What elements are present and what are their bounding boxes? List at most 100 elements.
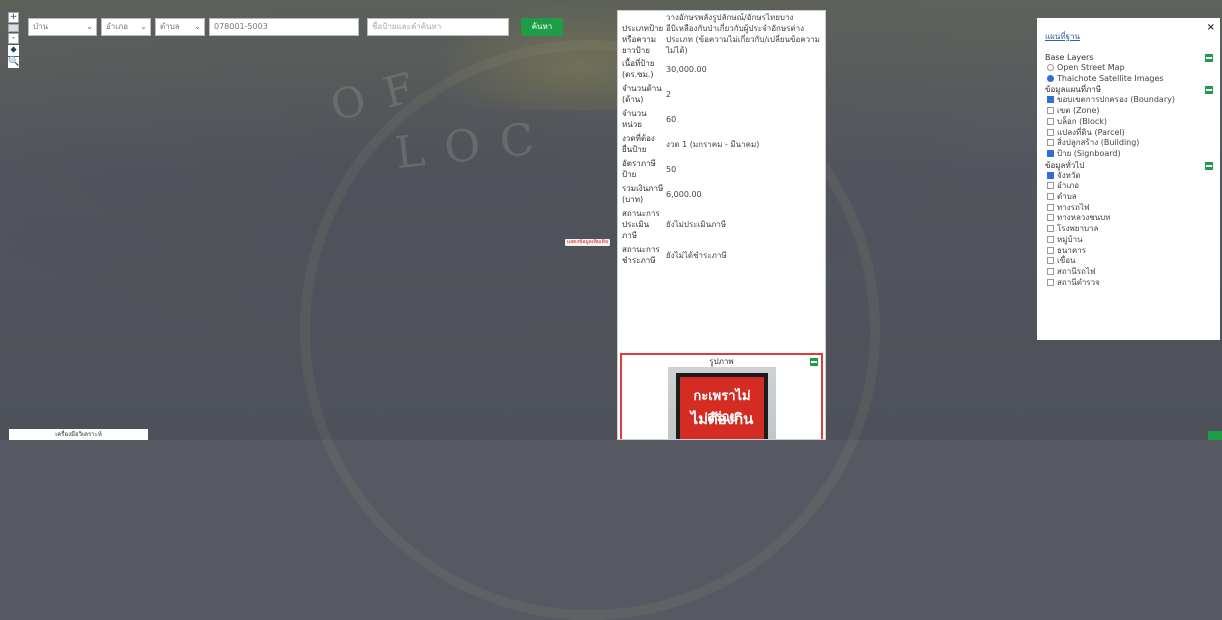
subdistrict-select-value: ตำบล	[160, 22, 180, 31]
info-label-type: ประเภทป้ายหรือความยาวป้าย	[622, 24, 664, 55]
layer-option[interactable]: อำเภอ	[1045, 181, 1212, 192]
zoom-slider[interactable]	[8, 24, 19, 32]
analysis-tools-tab[interactable]: เครื่องมือวิเคราะห์	[9, 429, 148, 440]
locate-icon[interactable]: ⬥	[8, 45, 19, 56]
layer-option[interactable]: เขื่อน	[1045, 256, 1212, 267]
intro-line: ประเภท (ข้อความไม่เกี่ยวกับ/เปลี่ยนข้อคว…	[666, 35, 820, 44]
info-row: จำนวน หน่วย 60	[618, 108, 825, 130]
collapse-icon[interactable]	[810, 358, 818, 366]
layer-option[interactable]: ขอบเขตการปกครอง (Boundary)	[1045, 95, 1212, 106]
layer-option[interactable]: ทางรถไฟ	[1045, 203, 1212, 214]
checkbox[interactable]	[1047, 235, 1054, 243]
option-label: ทางรถไฟ	[1057, 202, 1090, 212]
sign-name-input[interactable]: ชื่อป้ายและคำค้นหา	[367, 18, 509, 36]
layer-option[interactable]: หมู่บ้าน	[1045, 235, 1212, 246]
layer-option[interactable]: ทางหลวงชนบท	[1045, 213, 1212, 224]
general-data-title: ข้อมูลทั่วไป	[1045, 160, 1085, 170]
checkbox[interactable]	[1047, 171, 1054, 179]
option-label: ป้าย (Signboard)	[1057, 148, 1121, 158]
layer-option[interactable]: สถานีรถไฟ	[1045, 267, 1212, 278]
checkbox[interactable]	[1047, 182, 1054, 190]
base-layer-option[interactable]: Open Street Map	[1045, 63, 1212, 74]
layer-option[interactable]: ตำบล	[1045, 192, 1212, 203]
info-label: เนื้อที่ป้าย (ตร.ซม.)	[622, 59, 655, 79]
checkbox[interactable]	[1047, 139, 1054, 147]
checkbox[interactable]	[1047, 128, 1054, 136]
layer-option[interactable]: ธนาคาร	[1045, 246, 1212, 257]
option-label: สถานีรถไฟ	[1057, 266, 1096, 276]
layer-option[interactable]: จังหวัด	[1045, 171, 1212, 182]
search-icon[interactable]: 🔍	[8, 57, 19, 68]
province-select[interactable]: ป่าน ⌄	[28, 18, 97, 36]
radio-button[interactable]	[1047, 64, 1054, 71]
signboard-photo[interactable]: กะเพราไม่อร่อย ไม่ต้องกิน	[668, 367, 776, 439]
subdistrict-select[interactable]: ตำบล ⌄	[155, 18, 205, 36]
info-row: เนื้อที่ป้าย (ตร.ซม.) 30,000.00	[618, 58, 825, 80]
layer-option[interactable]: แปลงที่ดิน (Parcel)	[1045, 128, 1212, 139]
zoom-out-button[interactable]: -	[8, 33, 19, 44]
option-label: จังหวัด	[1057, 170, 1081, 180]
chevron-down-icon: ⌄	[86, 22, 93, 31]
collapse-icon[interactable]	[1205, 86, 1213, 95]
info-row: รวมเงินภาษี (บาท) 6,000.00	[618, 183, 825, 205]
checkbox[interactable]	[1047, 149, 1054, 157]
info-row: จำนวนด้าน (ด้าน) 2	[618, 83, 825, 105]
corner-toggle-button[interactable]	[1208, 431, 1222, 440]
layer-option[interactable]: บล็อก (Block)	[1045, 117, 1212, 128]
info-value: 30,000.00	[666, 64, 707, 74]
intro-line: อีบิเหลืองกับป่าเกี่ยวกับผู้ประจำอักษรต่…	[666, 24, 805, 33]
checkbox[interactable]	[1047, 214, 1054, 222]
radio-button[interactable]	[1047, 74, 1054, 82]
layer-option[interactable]: โรงพยาบาล	[1045, 224, 1212, 235]
option-label: โรงพยาบาล	[1057, 224, 1099, 234]
checkbox[interactable]	[1047, 225, 1054, 233]
layers-title[interactable]: แผนที่ฐาน	[1045, 30, 1212, 43]
info-label: สถานะการชำระภาษี	[622, 245, 660, 265]
info-value: 50	[666, 164, 677, 174]
sign-info-panel: ประเภทป้ายหรือความยาวป้าย วางอักษรพลังรู…	[617, 10, 826, 440]
collapse-icon[interactable]	[1205, 161, 1213, 170]
info-label: จำนวนด้าน (ด้าน)	[622, 84, 662, 104]
province-select-value: ป่าน	[33, 22, 49, 31]
option-label: บล็อก (Block)	[1057, 116, 1108, 126]
checkbox[interactable]	[1047, 117, 1054, 125]
base-layers-heading: Base Layers	[1045, 53, 1213, 63]
signboard-frame: กะเพราไม่อร่อย ไม่ต้องกิน	[676, 373, 768, 439]
option-label: ขอบเขตการปกครอง (Boundary)	[1057, 95, 1175, 105]
layer-option[interactable]: ป้าย (Signboard)	[1045, 149, 1212, 160]
info-value: 2	[666, 89, 672, 99]
checkbox[interactable]	[1047, 267, 1054, 275]
search-bar: ป่าน ⌄ อำเภอ ⌄ ตำบล ⌄ 078001-5003 ชื่อป้…	[28, 18, 563, 36]
checkbox[interactable]	[1047, 257, 1054, 265]
option-label: ทางหลวงชนบท	[1057, 213, 1111, 223]
tax-map-title: ข้อมูลแผนที่ภาษี	[1045, 85, 1102, 95]
general-data-heading: ข้อมูลทั่วไป	[1045, 160, 1213, 171]
layers-panel: × แผนที่ฐาน Base Layers Open Street Map …	[1037, 18, 1220, 340]
close-icon[interactable]: ×	[1207, 22, 1215, 33]
info-row: อัตราภาษีป้าย 50	[618, 158, 825, 180]
base-layers-title: Base Layers	[1045, 53, 1094, 62]
sign-code-input[interactable]: 078001-5003	[209, 18, 359, 36]
search-button[interactable]: ค้นหา	[521, 18, 563, 36]
option-label: สิ่งปลูกสร้าง (Building)	[1057, 138, 1140, 148]
checkbox[interactable]	[1047, 203, 1054, 211]
option-label: อำเภอ	[1057, 181, 1080, 191]
district-select[interactable]: อำเภอ ⌄	[101, 18, 151, 36]
checkbox[interactable]	[1047, 107, 1054, 115]
base-layer-option[interactable]: Thaichote Satellite Images	[1045, 74, 1212, 85]
checkbox[interactable]	[1047, 278, 1054, 286]
checkbox[interactable]	[1047, 96, 1054, 104]
checkbox[interactable]	[1047, 246, 1054, 254]
photo-box: รูปภาพ กะเพราไม่อร่อย ไม่ต้องกิน	[620, 353, 823, 439]
option-label: เขื่อน	[1057, 256, 1076, 266]
show-more-label[interactable]: แสดงข้อมูลเพิ่มเติม	[565, 239, 611, 246]
option-label: เขต (Zone)	[1057, 106, 1100, 116]
checkbox[interactable]	[1047, 193, 1054, 201]
info-value: 60	[666, 114, 677, 124]
info-label: จำนวน หน่วย	[622, 109, 647, 129]
collapse-icon[interactable]	[1205, 54, 1213, 62]
layer-option[interactable]: สิ่งปลูกสร้าง (Building)	[1045, 138, 1212, 149]
zoom-in-button[interactable]: +	[8, 12, 19, 23]
layer-option[interactable]: เขต (Zone)	[1045, 106, 1212, 117]
layer-option[interactable]: สถานีตำรวจ	[1045, 278, 1212, 289]
